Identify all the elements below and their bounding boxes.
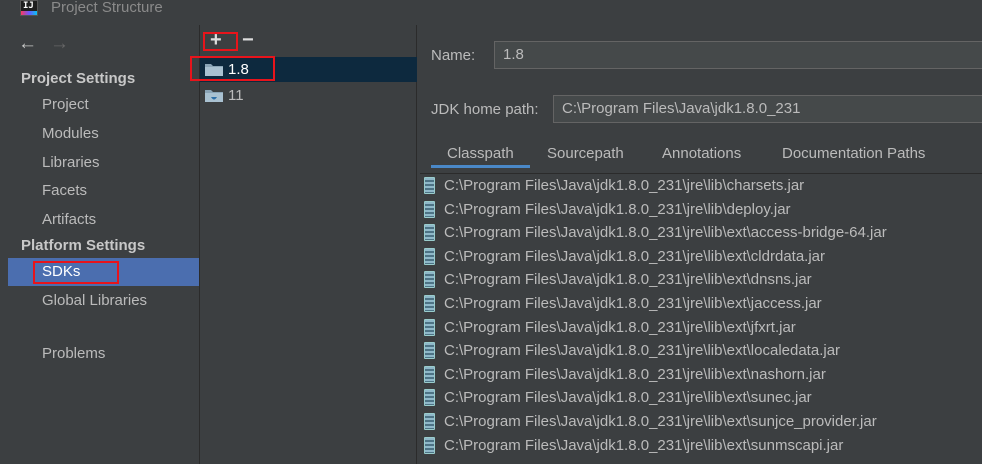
classpath-entry: C:\Program Files\Java\jdk1.8.0_231\jre\l… <box>444 294 822 312</box>
jar-icon <box>424 271 435 289</box>
name-label: Name: <box>431 47 476 64</box>
sdk-list-item[interactable]: 11 <box>200 83 417 108</box>
jar-icon <box>424 342 435 360</box>
sidebar-item-sdks[interactable]: SDKs <box>8 258 199 286</box>
highlight-box <box>190 56 275 81</box>
remove-sdk-button[interactable]: − <box>242 30 254 50</box>
arrow-right-icon[interactable]: → <box>50 34 69 53</box>
tab-classpath[interactable]: Classpath <box>431 145 530 168</box>
classpath-entry: C:\Program Files\Java\jdk1.8.0_231\jre\l… <box>444 365 826 383</box>
jar-icon <box>424 224 435 242</box>
list-item[interactable]: C:\Program Files\Java\jdk1.8.0_231\jre\l… <box>420 339 982 363</box>
classpath-entry: C:\Program Files\Java\jdk1.8.0_231\jre\l… <box>444 342 841 360</box>
arrow-left-icon[interactable]: ← <box>18 34 37 53</box>
sidebar-item-project[interactable]: Project <box>8 91 199 119</box>
sidebar: ← → Project Settings Project Modules Lib… <box>8 25 199 464</box>
jar-icon <box>424 200 435 218</box>
jar-icon <box>424 389 435 407</box>
classpath-entry: C:\Program Files\Java\jdk1.8.0_231\jre\l… <box>444 224 887 242</box>
jdk-home-path-label: JDK home path: <box>431 101 539 118</box>
classpath-entry: C:\Program Files\Java\jdk1.8.0_231\jre\l… <box>444 436 844 454</box>
section-header-platform-settings: Platform Settings <box>21 237 146 254</box>
window-title: Project Structure <box>51 0 163 16</box>
sdk-name: 11 <box>228 87 244 104</box>
classpath-list[interactable]: C:\Program Files\Java\jdk1.8.0_231\jre\l… <box>420 173 982 464</box>
classpath-entry: C:\Program Files\Java\jdk1.8.0_231\jre\l… <box>444 412 877 430</box>
intellij-icon <box>20 0 38 16</box>
jar-icon <box>424 247 435 265</box>
jar-icon <box>424 318 435 336</box>
classpath-entry: C:\Program Files\Java\jdk1.8.0_231\jre\l… <box>444 177 805 194</box>
list-item[interactable]: C:\Program Files\Java\jdk1.8.0_231\jre\l… <box>420 268 982 292</box>
classpath-entry: C:\Program Files\Java\jdk1.8.0_231\jre\l… <box>444 318 796 336</box>
list-item[interactable]: C:\Program Files\Java\jdk1.8.0_231\jre\l… <box>420 292 982 316</box>
list-item[interactable]: C:\Program Files\Java\jdk1.8.0_231\jre\l… <box>420 386 982 410</box>
list-item[interactable]: C:\Program Files\Java\jdk1.8.0_231\jre\l… <box>420 363 982 387</box>
jar-icon <box>424 365 435 383</box>
tab-sourcepath[interactable]: Sourcepath <box>547 145 624 162</box>
path-tabs: Classpath Sourcepath Annotations Documen… <box>430 139 982 168</box>
jdk-home-path-field[interactable]: C:\Program Files\Java\jdk1.8.0_231 <box>553 95 982 123</box>
sidebar-item-libraries[interactable]: Libraries <box>8 149 199 177</box>
jar-icon <box>424 294 435 312</box>
classpath-entry: C:\Program Files\Java\jdk1.8.0_231\jre\l… <box>444 389 812 407</box>
classpath-entry: C:\Program Files\Java\jdk1.8.0_231\jre\l… <box>444 247 826 265</box>
tab-annotations[interactable]: Annotations <box>662 145 741 162</box>
sidebar-item-facets[interactable]: Facets <box>8 177 199 205</box>
list-item[interactable]: C:\Program Files\Java\jdk1.8.0_231\jre\l… <box>420 198 982 222</box>
jdk-folder-icon <box>205 90 223 102</box>
list-item[interactable]: C:\Program Files\Java\jdk1.8.0_231\jre\l… <box>420 245 982 269</box>
list-item[interactable]: C:\Program Files\Java\jdk1.8.0_231\jre\l… <box>420 316 982 340</box>
sidebar-item-global-libraries[interactable]: Global Libraries <box>8 287 199 315</box>
jar-icon <box>424 177 435 194</box>
list-item[interactable]: C:\Program Files\Java\jdk1.8.0_231\jre\l… <box>420 410 982 434</box>
classpath-entry: C:\Program Files\Java\jdk1.8.0_231\jre\l… <box>444 271 812 289</box>
title-bar: Project Structure <box>0 0 982 19</box>
sdk-details-panel: Name: 1.8 JDK home path: C:\Program File… <box>418 25 982 464</box>
sidebar-item-modules[interactable]: Modules <box>8 120 199 148</box>
jar-icon <box>424 436 435 454</box>
tab-documentation-paths[interactable]: Documentation Paths <box>782 145 925 162</box>
sdk-list-panel: + − 1.8 11 <box>190 25 417 464</box>
list-item[interactable]: C:\Program Files\Java\jdk1.8.0_231\jre\l… <box>420 221 982 245</box>
classpath-entry: C:\Program Files\Java\jdk1.8.0_231\jre\l… <box>444 200 791 218</box>
jar-icon <box>424 412 435 430</box>
highlight-box <box>33 261 119 284</box>
highlight-box <box>203 32 238 51</box>
sidebar-item-problems[interactable]: Problems <box>8 340 199 368</box>
section-header-project-settings: Project Settings <box>21 70 136 87</box>
name-field[interactable]: 1.8 <box>494 41 982 69</box>
list-item[interactable]: C:\Program Files\Java\jdk1.8.0_231\jre\l… <box>420 434 982 458</box>
list-item[interactable]: C:\Program Files\Java\jdk1.8.0_231\jre\l… <box>420 174 982 198</box>
sidebar-item-artifacts[interactable]: Artifacts <box>8 206 199 234</box>
